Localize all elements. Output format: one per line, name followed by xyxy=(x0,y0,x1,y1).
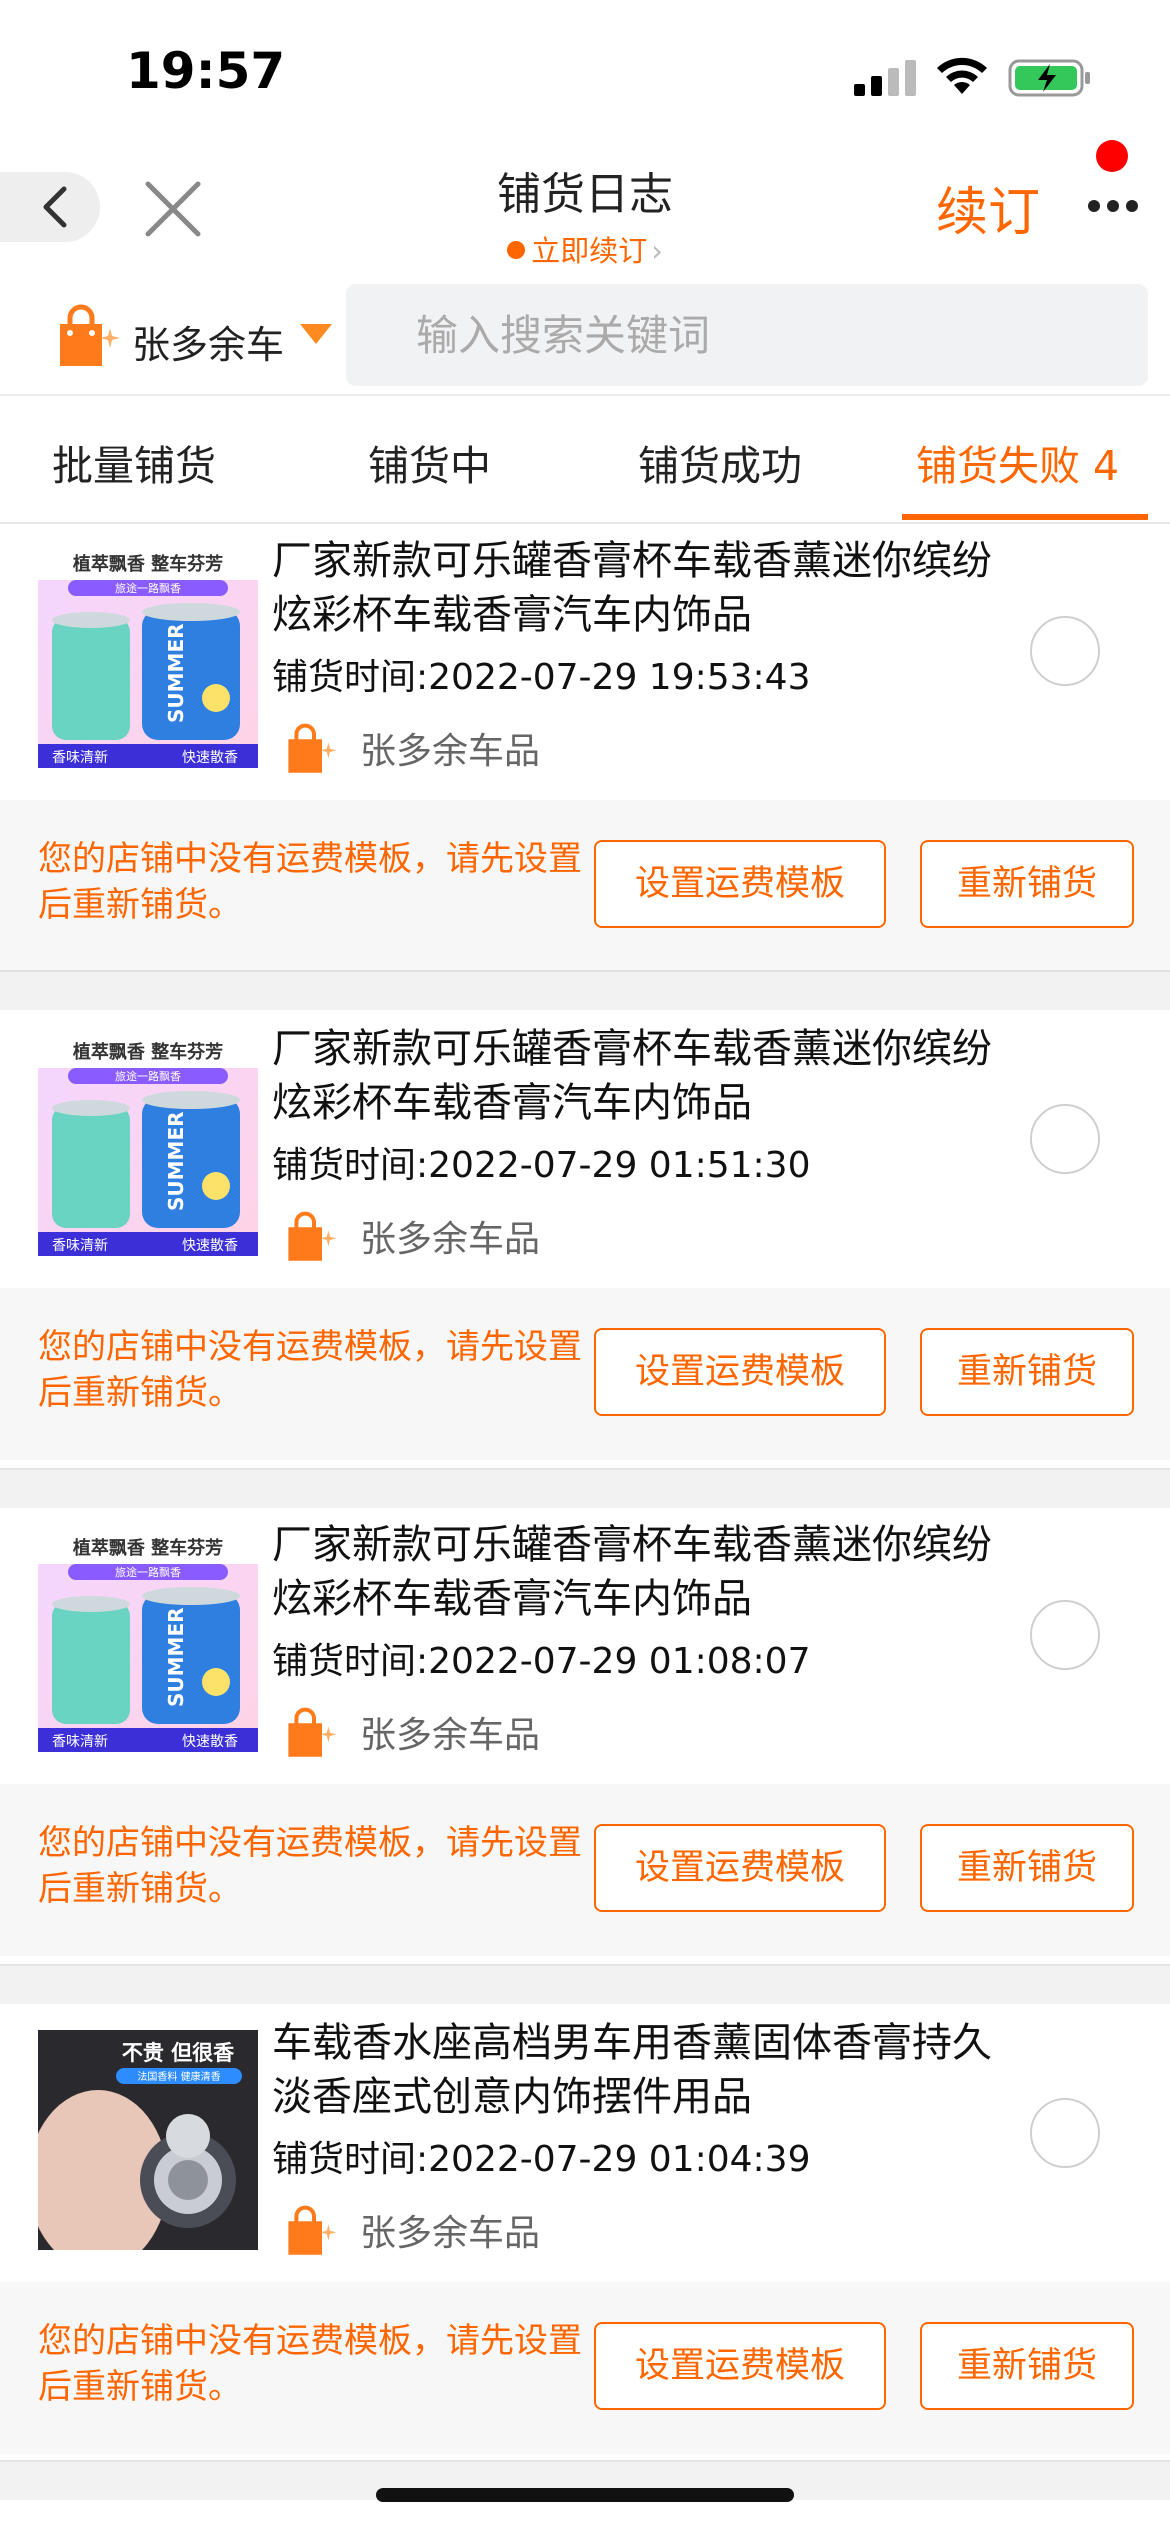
renew-now-label: 立即续订 xyxy=(531,234,648,268)
tab-listing-success[interactable]: 铺货成功 xyxy=(638,432,802,492)
svg-text:植萃飘香 整车芬芳: 植萃飘香 整车芬芳 xyxy=(73,553,223,575)
status-time: 19:57 xyxy=(126,42,286,100)
select-radio[interactable] xyxy=(1030,616,1100,686)
relist-button[interactable]: 重新铺货 xyxy=(920,2322,1134,2410)
store-selector[interactable]: 张多余车 xyxy=(132,314,284,369)
relist-button[interactable]: 重新铺货 xyxy=(920,1328,1134,1416)
list-item: 植萃飘香 整车芬芳 旅途一路飘香 SUMMER 香味清新 快速散香 厂家新款可乐… xyxy=(0,1012,1170,1460)
product-thumbnail[interactable]: 植萃飘香 整车芬芳 旅途一路飘香 SUMMER 香味清新 快速散香 xyxy=(38,1036,258,1256)
svg-text:旅途一路飘香: 旅途一路飘香 xyxy=(115,581,181,595)
set-shipping-template-button[interactable]: 设置运费模板 xyxy=(594,1328,886,1416)
set-shipping-template-button[interactable]: 设置运费模板 xyxy=(594,840,886,928)
shop-name: 张多余车品 xyxy=(360,1715,541,1756)
shopping-bag-icon xyxy=(288,723,337,773)
product-thumbnail[interactable]: 植萃飘香 整车芬芳 旅途一路飘香 SUMMER 香味清新 快速散香 xyxy=(38,548,258,768)
svg-text:植萃飘香 整车芬芳: 植萃飘香 整车芬芳 xyxy=(73,1537,223,1559)
product-title[interactable]: 厂家新款可乐罐香膏杯车载香薰迷你缤纷炫彩杯车载香膏汽车内饰品 xyxy=(272,534,1012,642)
select-radio[interactable] xyxy=(1030,1104,1100,1174)
svg-text:快速散香: 快速散香 xyxy=(182,750,238,766)
set-shipping-template-button[interactable]: 设置运费模板 xyxy=(594,2322,886,2410)
home-indicator[interactable] xyxy=(376,2488,794,2502)
shop-name: 张多余车品 xyxy=(360,1219,541,1260)
shop-name: 张多余车品 xyxy=(360,2213,541,2254)
tab-batch-listing[interactable]: 批量铺货 xyxy=(52,432,216,492)
relist-button[interactable]: 重新铺货 xyxy=(920,1824,1134,1912)
section-separator xyxy=(0,1964,1170,2004)
wifi-icon xyxy=(937,57,987,94)
tab-listing-in-progress[interactable]: 铺货中 xyxy=(368,432,491,492)
svg-text:香味清新: 香味清新 xyxy=(52,750,108,766)
renew-button[interactable]: 续订 xyxy=(936,170,1040,245)
tab-listing-failed[interactable]: 铺货失败 4 xyxy=(916,432,1119,492)
listing-time: 铺货时间:2022-07-29 01:51:30 xyxy=(272,1145,811,1186)
search-input[interactable] xyxy=(346,284,1148,386)
svg-text:法国香料 健康清香: 法国香料 健康清香 xyxy=(137,2070,220,2083)
svg-text:植萃飘香 整车芬芳: 植萃飘香 整车芬芳 xyxy=(73,1041,223,1063)
svg-text:快速散香: 快速散香 xyxy=(182,1734,238,1750)
error-notice: 您的店铺中没有运费模板，请先设置后重新铺货。 设置运费模板 重新铺货 xyxy=(0,1288,1170,1460)
product-image: 植萃飘香 整车芬芳 旅途一路飘香 SUMMER 香味清新 快速散香 xyxy=(38,1036,258,1256)
listing-time: 铺货时间:2022-07-29 01:08:07 xyxy=(272,1641,811,1682)
error-message: 您的店铺中没有运费模板，请先设置后重新铺货。 xyxy=(38,1823,582,1909)
svg-text:SUMMER: SUMMER xyxy=(164,623,188,723)
list-item: 植萃飘香 整车芬芳 旅途一路飘香 SUMMER 香味清新 快速散香 厂家新款可乐… xyxy=(0,524,1170,972)
battery-charging-icon xyxy=(1008,59,1090,97)
select-radio[interactable] xyxy=(1030,1600,1100,1670)
svg-text:香味清新: 香味清新 xyxy=(52,1734,108,1750)
listing-time: 铺货时间:2022-07-29 01:04:39 xyxy=(272,2139,811,2180)
product-title[interactable]: 厂家新款可乐罐香膏杯车载香薰迷你缤纷炫彩杯车载香膏汽车内饰品 xyxy=(272,1022,1012,1130)
svg-text:香味清新: 香味清新 xyxy=(52,1238,108,1254)
shopping-bag-icon xyxy=(288,1211,337,1261)
listing-time: 铺货时间:2022-07-29 19:53:43 xyxy=(272,657,811,698)
shopping-bag-icon[interactable] xyxy=(52,300,122,370)
shop-name: 张多余车品 xyxy=(360,731,541,772)
svg-text:快速散香: 快速散香 xyxy=(182,1238,238,1254)
svg-text:旅途一路飘香: 旅途一路飘香 xyxy=(115,1565,181,1579)
status-bar: 19:57 xyxy=(0,0,1170,140)
svg-text:旅途一路飘香: 旅途一路飘香 xyxy=(115,1069,181,1083)
svg-text:SUMMER: SUMMER xyxy=(164,1111,188,1211)
set-shipping-template-button[interactable]: 设置运费模板 xyxy=(594,1824,886,1912)
product-image: 植萃飘香 整车芬芳 旅途一路飘香 SUMMER 香味清新 快速散香 xyxy=(38,548,258,768)
more-icon[interactable] xyxy=(1086,196,1140,216)
svg-text:不贵 但很香: 不贵 但很香 xyxy=(122,2041,235,2065)
product-title[interactable]: 车载香水座高档男车用香薰固体香膏持久淡香座式创意内饰摆件用品 xyxy=(272,2016,1012,2124)
section-separator xyxy=(0,970,1170,1010)
product-thumbnail[interactable]: 不贵 但很香 法国香料 健康清香 xyxy=(38,2030,258,2250)
chevron-right-icon: › xyxy=(651,234,663,268)
product-thumbnail[interactable]: 植萃飘香 整车芬芳 旅途一路飘香 SUMMER 香味清新 快速散香 xyxy=(38,1532,258,1752)
error-message: 您的店铺中没有运费模板，请先设置后重新铺货。 xyxy=(38,2321,582,2407)
dot-icon xyxy=(507,241,526,259)
svg-text:SUMMER: SUMMER xyxy=(164,1607,188,1707)
error-message: 您的店铺中没有运费模板，请先设置后重新铺货。 xyxy=(38,839,582,925)
error-notice: 您的店铺中没有运费模板，请先设置后重新铺货。 设置运费模板 重新铺货 xyxy=(0,2282,1170,2454)
error-message: 您的店铺中没有运费模板，请先设置后重新铺货。 xyxy=(38,1327,582,1413)
active-tab-indicator xyxy=(902,514,1148,520)
product-image: 植萃飘香 整车芬芳 旅途一路飘香 SUMMER 香味清新 快速散香 xyxy=(38,1532,258,1752)
shopping-bag-icon xyxy=(288,2205,337,2255)
error-notice: 您的店铺中没有运费模板，请先设置后重新铺货。 设置运费模板 重新铺货 xyxy=(0,1784,1170,1956)
list-item: 不贵 但很香 法国香料 健康清香 车载香水座高档男车用香薰固体香膏持久淡香座式创… xyxy=(0,2006,1170,2454)
section-separator xyxy=(0,1468,1170,1508)
list-item: 植萃飘香 整车芬芳 旅途一路飘香 SUMMER 香味清新 快速散香 厂家新款可乐… xyxy=(0,1508,1170,1956)
notification-dot xyxy=(1096,140,1128,172)
relist-button[interactable]: 重新铺货 xyxy=(920,840,1134,928)
error-notice: 您的店铺中没有运费模板，请先设置后重新铺货。 设置运费模板 重新铺货 xyxy=(0,800,1170,972)
shopping-bag-icon xyxy=(288,1707,337,1757)
cellular-signal-icon xyxy=(854,60,916,96)
caret-down-icon[interactable] xyxy=(298,322,334,346)
product-title[interactable]: 厂家新款可乐罐香膏杯车载香薰迷你缤纷炫彩杯车载香膏汽车内饰品 xyxy=(272,1518,1012,1626)
select-radio[interactable] xyxy=(1030,2098,1100,2168)
product-image: 不贵 但很香 法国香料 健康清香 xyxy=(38,2030,258,2250)
